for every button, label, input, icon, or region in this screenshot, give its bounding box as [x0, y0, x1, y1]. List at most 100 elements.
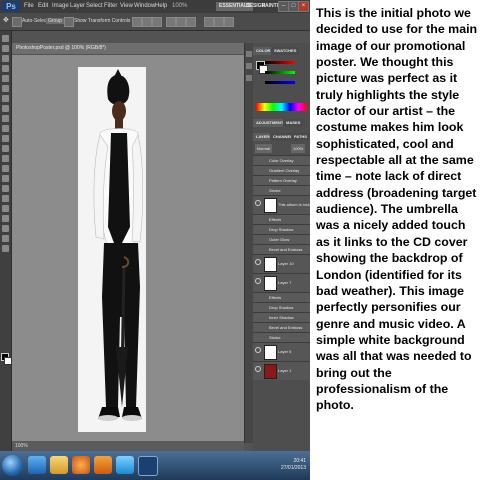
layer-effect-row[interactable]: Effects: [253, 214, 310, 224]
healing-icon[interactable]: [2, 95, 9, 102]
lasso-icon[interactable]: [2, 55, 9, 62]
layer-row[interactable]: Layer 7: [253, 273, 310, 292]
3d-orbit-icon[interactable]: [2, 225, 9, 232]
red-slider[interactable]: [265, 61, 295, 64]
background-color-swatch[interactable]: [4, 357, 12, 365]
quick-select-icon[interactable]: [2, 65, 9, 72]
align-right-icon[interactable]: [186, 17, 196, 27]
crop-icon[interactable]: [2, 75, 9, 82]
eraser-icon[interactable]: [2, 135, 9, 142]
layer-row[interactable]: Layer 5: [253, 342, 310, 361]
hand-icon[interactable]: [2, 235, 9, 242]
visibility-eye-icon[interactable]: [255, 366, 261, 372]
brush-panel-icon[interactable]: [246, 63, 252, 69]
layer-effect-row[interactable]: Outer Glow: [253, 234, 310, 244]
menu-file[interactable]: File: [24, 2, 34, 11]
auto-select-checkbox[interactable]: [12, 17, 22, 27]
photoshop-icon[interactable]: [138, 456, 158, 476]
ie-icon[interactable]: [28, 456, 46, 474]
layer-row[interactable]: This album is included...: [253, 195, 310, 214]
visibility-eye-icon[interactable]: [255, 278, 261, 284]
3d-rotate-icon[interactable]: [2, 215, 9, 222]
eyedropper-icon[interactable]: [2, 85, 9, 92]
menu-layer[interactable]: Layer: [70, 2, 85, 11]
layer-name: Gradient Overlay: [269, 168, 300, 173]
zoom-level[interactable]: 100%: [172, 2, 187, 11]
layer-effect-row[interactable]: Color Overlay: [253, 155, 310, 165]
marquee-icon[interactable]: [2, 45, 9, 52]
menu-image[interactable]: Image: [52, 2, 69, 11]
tab-swatches[interactable]: SWATCHES: [271, 47, 300, 55]
layer-effect-row[interactable]: Bevel and Emboss: [253, 244, 310, 254]
visibility-eye-icon[interactable]: [255, 259, 261, 265]
shape-icon[interactable]: [2, 205, 9, 212]
layer-effect-row[interactable]: Drop Shadow: [253, 224, 310, 234]
skype-icon[interactable]: [116, 456, 134, 474]
menu-edit[interactable]: Edit: [38, 2, 48, 11]
type-icon[interactable]: [2, 185, 9, 192]
menu-select[interactable]: Select: [86, 2, 103, 11]
green-slider[interactable]: [265, 71, 295, 74]
blue-slider[interactable]: [265, 81, 295, 84]
pen-icon[interactable]: [2, 175, 9, 182]
firefox-icon[interactable]: [72, 456, 90, 474]
clock[interactable]: 20:41 27/01/2013: [280, 458, 306, 472]
menu-view[interactable]: View: [120, 2, 133, 11]
status-zoom[interactable]: 100%: [15, 443, 28, 449]
character-panel-icon[interactable]: [246, 75, 252, 81]
layer-name: Effects: [269, 217, 282, 222]
tab-paths[interactable]: PATHS: [291, 133, 310, 141]
start-button[interactable]: [2, 455, 23, 476]
layer-effect-row[interactable]: Inner Shadow: [253, 312, 310, 322]
blur-icon[interactable]: [2, 155, 9, 162]
opacity-field[interactable]: 100%: [291, 144, 306, 153]
layer-name: Drop Shadow: [269, 227, 294, 232]
poster-photo[interactable]: [78, 67, 146, 432]
align-top-icon[interactable]: [132, 17, 142, 27]
layer-name: Layer 1: [278, 368, 292, 373]
media-icon[interactable]: [94, 456, 112, 474]
align-middle-icon[interactable]: [142, 17, 152, 27]
menu-filter[interactable]: Filter: [104, 2, 117, 11]
description-text: This is the initial photo we decided to …: [316, 6, 478, 413]
menu-help[interactable]: Help: [155, 2, 167, 11]
menu-window[interactable]: Window: [134, 2, 155, 11]
layer-thumbnail: [264, 257, 277, 272]
distribute-2-icon[interactable]: [214, 17, 224, 27]
color-spectrum[interactable]: [256, 103, 307, 111]
tab-masks[interactable]: MASKS: [283, 119, 304, 127]
move-icon[interactable]: [2, 35, 9, 42]
move-tool-icon[interactable]: ✥: [3, 16, 9, 24]
history-panel-icon[interactable]: [246, 51, 252, 57]
gradient-icon[interactable]: [2, 145, 9, 152]
blend-mode-select[interactable]: Normal: [255, 144, 272, 153]
zoom-icon[interactable]: [2, 245, 9, 252]
dodge-icon[interactable]: [2, 165, 9, 172]
folder-icon[interactable]: [50, 456, 68, 474]
layer-effect-row[interactable]: Bevel and Emboss: [253, 322, 310, 332]
auto-select-dropdown[interactable]: Group: [46, 18, 64, 24]
layer-row[interactable]: Layer 10: [253, 254, 310, 273]
layer-effect-row[interactable]: Effects: [253, 292, 310, 302]
path-select-icon[interactable]: [2, 195, 9, 202]
layer-effect-row[interactable]: Drop Shadow: [253, 302, 310, 312]
layer-effect-row[interactable]: Gradient Overlay: [253, 165, 310, 175]
align-center-icon[interactable]: [176, 17, 186, 27]
distribute-icon[interactable]: [204, 17, 214, 27]
visibility-eye-icon[interactable]: [255, 347, 261, 353]
layer-effect-row[interactable]: Pattern Overlay: [253, 175, 310, 185]
history-brush-icon[interactable]: [2, 125, 9, 132]
layer-effect-row[interactable]: Stroke: [253, 332, 310, 342]
visibility-eye-icon[interactable]: [255, 200, 261, 206]
align-left-icon[interactable]: [166, 17, 176, 27]
close-icon[interactable]: ×: [298, 1, 309, 12]
layer-effect-row[interactable]: Stroke: [253, 185, 310, 195]
distribute-3-icon[interactable]: [224, 17, 234, 27]
layer-name: This album is included...: [278, 202, 310, 207]
document-tab[interactable]: PhotoshopPoster.psd @ 100% (RGB/8*): [12, 43, 244, 54]
transform-checkbox[interactable]: [64, 17, 74, 27]
align-bottom-icon[interactable]: [152, 17, 162, 27]
clone-icon[interactable]: [2, 115, 9, 122]
brush-icon[interactable]: [2, 105, 9, 112]
layer-row[interactable]: Layer 1: [253, 361, 310, 380]
